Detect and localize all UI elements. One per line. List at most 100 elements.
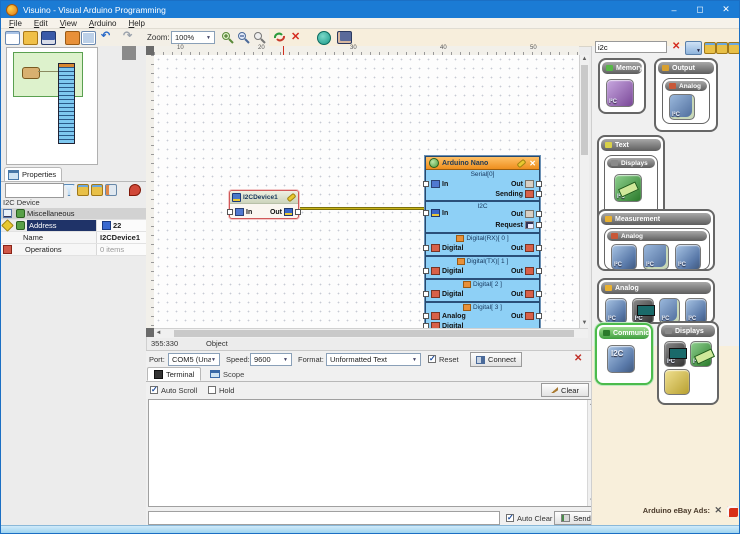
disconnect-tools-icon[interactable]: ✕ bbox=[574, 353, 582, 364]
component-icon[interactable]: I²C bbox=[669, 94, 695, 120]
grid-icon[interactable] bbox=[81, 31, 96, 45]
digital-out-pin[interactable]: Out bbox=[511, 244, 542, 252]
digital-pin[interactable]: Digital bbox=[423, 267, 463, 275]
undo-icon[interactable]: ↶ bbox=[101, 31, 114, 43]
wizard-icon[interactable]: ▼ bbox=[685, 41, 702, 55]
component-icon[interactable]: I²C bbox=[643, 244, 669, 270]
digital-out-pin[interactable]: Out bbox=[511, 267, 542, 275]
connect-button[interactable]: Connect bbox=[470, 352, 522, 367]
component-icon[interactable]: I²C bbox=[632, 298, 654, 324]
categorize-icon[interactable] bbox=[105, 184, 117, 196]
help-web-icon[interactable] bbox=[317, 31, 331, 45]
clear-search-icon[interactable]: ✕ bbox=[672, 41, 680, 53]
snapshot-icon[interactable] bbox=[337, 31, 352, 44]
i2c-in-pin[interactable]: In bbox=[227, 208, 252, 216]
category-memory[interactable]: Memory I²C bbox=[598, 58, 646, 114]
scroll-down-icon[interactable]: ▼ bbox=[580, 319, 589, 328]
collapse-all-icon[interactable] bbox=[77, 184, 89, 196]
tab-properties[interactable]: Properties bbox=[4, 167, 62, 181]
open-project-icon[interactable] bbox=[23, 31, 38, 45]
menu-file[interactable]: File bbox=[4, 19, 27, 28]
digital-out-pin[interactable]: Out bbox=[511, 312, 542, 320]
i2c-out-pin[interactable]: Out bbox=[511, 210, 542, 218]
category-analog[interactable]: Analog I²C I²C I²C I²C bbox=[597, 278, 715, 324]
zoom-out-icon[interactable] bbox=[237, 31, 250, 44]
component-icon[interactable]: I²C bbox=[611, 244, 637, 270]
close-button[interactable]: ✕ bbox=[713, 1, 739, 18]
property-row-name[interactable]: Name I2CDevice1 bbox=[1, 232, 146, 244]
category-communication[interactable]: Communication I2C bbox=[595, 323, 653, 385]
pin-icon[interactable] bbox=[129, 184, 141, 196]
menu-arduino[interactable]: Arduino bbox=[84, 19, 122, 28]
clear-button[interactable]: Clear bbox=[541, 383, 589, 397]
zoom-reset-icon[interactable] bbox=[253, 31, 266, 44]
ads-close-icon[interactable]: ✕ bbox=[714, 505, 722, 516]
new-project-icon[interactable] bbox=[5, 31, 20, 45]
subcategory-measurement-analog[interactable]: Analog I²C I²C I²C bbox=[604, 228, 710, 270]
i2c-in-pin[interactable]: In bbox=[423, 209, 448, 217]
property-category-row[interactable]: Miscellaneous bbox=[1, 208, 146, 220]
menu-view[interactable]: View bbox=[55, 19, 82, 28]
hold-checkbox[interactable] bbox=[208, 386, 216, 394]
close-icon[interactable]: ✕ bbox=[529, 159, 536, 168]
redo-icon[interactable]: ↷ bbox=[123, 31, 136, 43]
port-select[interactable]: COM5 (Unava▼ bbox=[168, 353, 220, 366]
component-icon[interactable]: I²C bbox=[605, 298, 627, 324]
menu-help[interactable]: Help bbox=[124, 19, 150, 28]
component-icon-i2c[interactable]: I2C bbox=[607, 345, 635, 373]
i2c-wire[interactable] bbox=[299, 207, 424, 210]
arduino-nano-component[interactable]: Arduino Nano ✕ Serial[0] In Out Sending … bbox=[425, 156, 540, 328]
digital-out-pin[interactable]: Out bbox=[511, 290, 542, 298]
property-row-address[interactable]: Address 22 bbox=[1, 220, 146, 232]
digital-pin[interactable]: Digital bbox=[423, 244, 463, 252]
serial-in-pin[interactable]: In bbox=[423, 180, 448, 188]
design-canvas[interactable]: I2CDevice1 In Out Arduino Nano bbox=[154, 55, 579, 328]
collapse-categories-icon[interactable] bbox=[716, 42, 728, 54]
i2c-device-component[interactable]: I2CDevice1 In Out bbox=[229, 190, 299, 219]
property-row-operations[interactable]: Operations 0 items bbox=[1, 244, 146, 256]
category-output[interactable]: Output Analog I²C bbox=[654, 58, 718, 132]
wrench-icon[interactable] bbox=[286, 192, 296, 202]
category-measurement[interactable]: Measurement Analog I²C I²C I²C bbox=[597, 209, 715, 271]
i2c-out-pin[interactable]: Out bbox=[270, 208, 301, 216]
component-icon[interactable] bbox=[664, 369, 690, 395]
auto-scroll-checkbox[interactable] bbox=[150, 386, 158, 394]
menu-edit[interactable]: Edit bbox=[29, 19, 53, 28]
minimize-button[interactable]: – bbox=[661, 1, 687, 18]
save-project-icon[interactable] bbox=[41, 31, 56, 45]
minimap[interactable] bbox=[6, 47, 98, 165]
serial-out-pin[interactable]: Out bbox=[511, 180, 542, 188]
terminal-output[interactable]: ▲ ▼ bbox=[148, 399, 597, 507]
collapse-icon[interactable] bbox=[3, 209, 12, 218]
component-icon[interactable]: I²C bbox=[614, 174, 642, 202]
component-icon[interactable]: I²C bbox=[690, 341, 712, 367]
wrench-icon[interactable] bbox=[517, 158, 527, 168]
component-icon[interactable]: I²C bbox=[664, 341, 686, 367]
canvas-vertical-scrollbar[interactable]: ▲ ▼ bbox=[579, 55, 589, 328]
component-icon[interactable]: I²C bbox=[606, 79, 634, 107]
subcategory-output-analog[interactable]: Analog I²C bbox=[662, 78, 710, 124]
auto-clear-checkbox[interactable] bbox=[506, 514, 514, 522]
category-displays[interactable]: Displays I²C I²C bbox=[657, 321, 719, 405]
tab-scope[interactable]: Scope bbox=[204, 367, 250, 381]
expand-all-icon[interactable] bbox=[91, 184, 103, 196]
analog-pin[interactable]: Analog bbox=[423, 312, 466, 320]
component-icon[interactable]: I²C bbox=[675, 244, 701, 270]
ebay-icon[interactable] bbox=[727, 506, 738, 517]
send-input[interactable] bbox=[148, 511, 500, 525]
i2c-request-pin[interactable]: Request bbox=[495, 221, 542, 229]
delete-icon[interactable]: ✕ bbox=[291, 31, 304, 43]
zoom-in-icon[interactable] bbox=[221, 31, 234, 44]
reset-checkbox[interactable] bbox=[428, 355, 436, 363]
zoom-select[interactable]: 100%▼ bbox=[171, 31, 215, 44]
tab-terminal[interactable]: Terminal bbox=[147, 367, 201, 381]
serial-sending-pin[interactable]: Sending bbox=[495, 190, 542, 198]
filter-icon[interactable] bbox=[63, 184, 75, 196]
properties-filter-input[interactable] bbox=[5, 183, 64, 198]
component-search-input[interactable] bbox=[595, 41, 667, 53]
scroll-up-icon[interactable]: ▲ bbox=[580, 55, 589, 64]
refresh-icon[interactable] bbox=[273, 31, 286, 43]
format-icon[interactable] bbox=[65, 31, 80, 45]
maximize-button[interactable]: ◻ bbox=[687, 1, 713, 18]
format-select[interactable]: Unformatted Text▼ bbox=[326, 353, 421, 366]
